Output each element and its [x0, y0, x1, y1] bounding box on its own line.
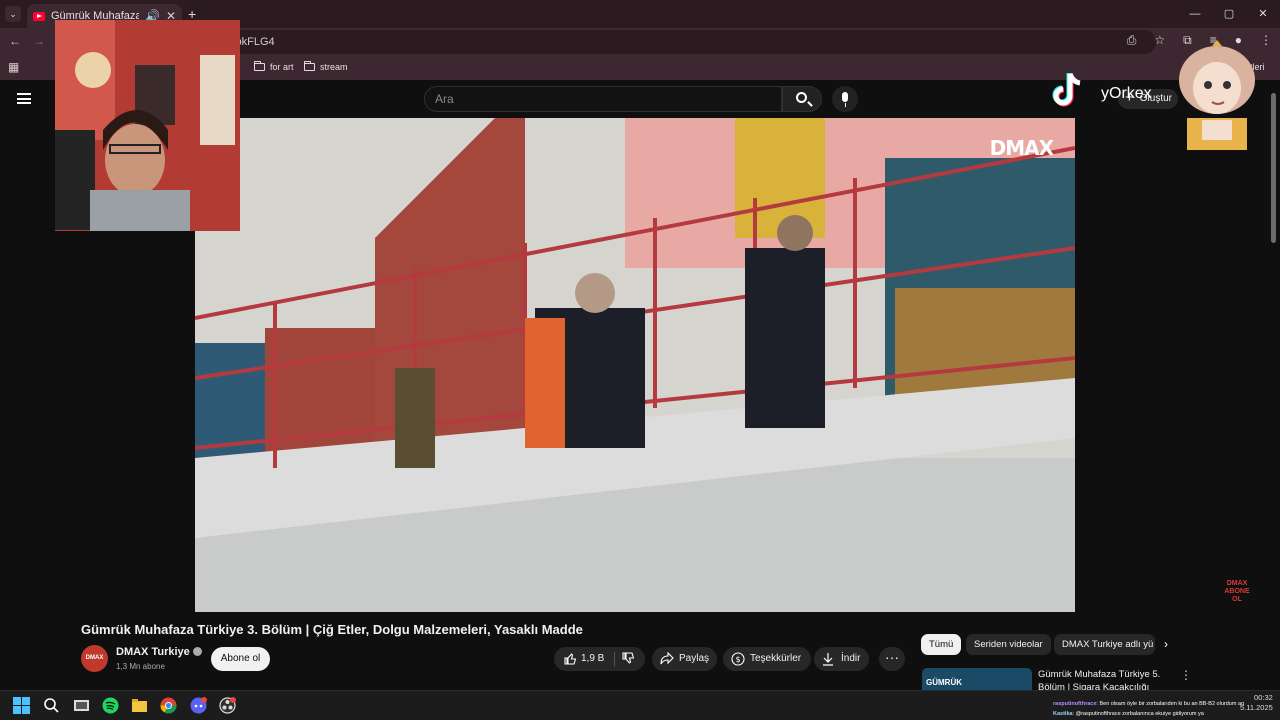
hamburger-menu-icon[interactable]	[17, 93, 31, 104]
apps-grid-icon[interactable]: ▦	[8, 60, 19, 74]
like-dislike-group: 1,9 B	[554, 647, 645, 671]
tab-search-button[interactable]: ⌄	[5, 6, 21, 22]
search-button[interactable]	[782, 86, 822, 112]
tiktok-logo-icon	[1052, 73, 1081, 107]
windows-start-icon[interactable]	[13, 697, 30, 714]
video-player[interactable]: DMAX	[195, 118, 1075, 612]
divider	[614, 652, 615, 666]
taskbar-clock[interactable]: 00:32 5.11.2025	[1240, 693, 1273, 713]
mic-icon	[842, 92, 848, 107]
svg-text:$: $	[735, 655, 740, 664]
webcam-feed	[55, 20, 240, 231]
chat-message: rasputinofthrace: Ben olsam öyle bir zor…	[1053, 699, 1244, 709]
download-icon	[823, 653, 833, 666]
task-view-icon[interactable]	[73, 697, 90, 714]
chat-user: rasputinofthrace	[1053, 701, 1097, 707]
chat-user: Kastika	[1053, 711, 1073, 717]
search-input[interactable]: Ara	[424, 86, 782, 112]
chip-all[interactable]: Tümü	[921, 634, 962, 655]
bookmark-folder-for-art[interactable]: for art	[254, 61, 294, 72]
chrome-icon[interactable]	[160, 697, 177, 714]
chat-text: : @rasputinofthrace zorbalanınca ekuiye …	[1072, 711, 1204, 717]
recommendation-thumbnail[interactable]: GÜMRÜK	[922, 668, 1032, 690]
chip-channel-videos[interactable]: DMAX Turkiye adlı yü	[1054, 634, 1155, 655]
minimize-button[interactable]: —	[1178, 0, 1212, 28]
clock-time: 00:32	[1254, 693, 1273, 702]
share-label: Paylaş	[679, 653, 710, 664]
folder-icon	[254, 61, 265, 71]
thanks-label: Teşekkürler	[750, 653, 802, 664]
maximize-button[interactable]: ▢	[1212, 0, 1246, 28]
bookmark-label: stream	[320, 62, 348, 72]
chip-series-videos[interactable]: Seriden videolar	[966, 634, 1051, 655]
dmax-subscribe-watermark[interactable]: DMAX ABONE OL	[1222, 580, 1252, 603]
thumbnail-text: GÜMRÜK	[926, 678, 962, 687]
thanks-button[interactable]: $ Teşekkürler	[723, 647, 811, 671]
like-icon[interactable]	[564, 652, 576, 665]
discord-icon[interactable]	[190, 697, 207, 714]
spotify-icon[interactable]	[102, 697, 119, 714]
download-button[interactable]: İndir	[814, 647, 869, 671]
share-icon	[660, 652, 674, 665]
stream-chat-overlay: rasputinofthrace: Ben olsam öyle bir zor…	[1053, 699, 1244, 719]
page-scrollbar[interactable]	[1271, 93, 1276, 243]
youtube-favicon-icon	[33, 11, 45, 21]
window-controls: — ▢ ✕	[1178, 0, 1280, 28]
chat-message: Kastika: @rasputinofthrace zorbalanınca …	[1053, 709, 1244, 719]
install-app-icon[interactable]: ⎙	[1127, 33, 1137, 48]
search-icon	[796, 92, 807, 103]
vtuber-avatar-overlay	[1179, 40, 1255, 150]
subscribe-button[interactable]: Abone ol	[211, 647, 270, 671]
dislike-icon[interactable]	[622, 652, 634, 665]
channel-name: DMAX Turkiye	[116, 646, 190, 658]
more-actions-icon[interactable]: ···	[879, 647, 905, 671]
channel-avatar[interactable]: DMAX	[81, 645, 108, 672]
bookmark-folder-stream[interactable]: stream	[304, 61, 348, 72]
subscriber-count: 1,3 Mn abone	[116, 662, 165, 671]
bookmark-label: for art	[270, 62, 294, 72]
webcam-overlay	[55, 20, 240, 231]
clock-date: 5.11.2025	[1240, 703, 1273, 712]
like-count: 1,9 B	[581, 653, 605, 664]
voice-search-button[interactable]	[832, 86, 858, 112]
file-explorer-icon[interactable]	[131, 697, 148, 714]
recommendation-menu-icon[interactable]: ⋮	[1180, 668, 1192, 682]
verified-badge-icon	[192, 647, 202, 656]
chat-text: : Ben olsam öyle bir zorbalarıdım ki bu …	[1096, 701, 1245, 707]
close-window-button[interactable]: ✕	[1246, 0, 1280, 28]
share-button[interactable]: Paylaş	[652, 647, 717, 671]
search-icon[interactable]	[43, 697, 60, 714]
channel-name-link[interactable]: DMAX Turkiye	[116, 646, 202, 658]
chevron-right-icon[interactable]: ›	[1164, 637, 1168, 651]
back-arrow-icon[interactable]: ←	[9, 34, 21, 48]
thanks-dollar-icon: $	[731, 652, 745, 666]
folder-icon	[304, 61, 315, 71]
video-frame	[195, 118, 1075, 612]
obs-icon[interactable]	[219, 697, 236, 714]
video-title: Gümrük Muhafaza Türkiye 3. Bölüm | Çiğ E…	[81, 622, 583, 637]
download-label: İndir	[841, 653, 861, 664]
forward-arrow-icon[interactable]: →	[33, 34, 45, 48]
bookmark-star-icon[interactable]: ☆	[1154, 33, 1165, 48]
dmax-watermark-logo: DMAX	[989, 136, 1054, 160]
tiktok-username: yOrkex	[1101, 85, 1152, 102]
